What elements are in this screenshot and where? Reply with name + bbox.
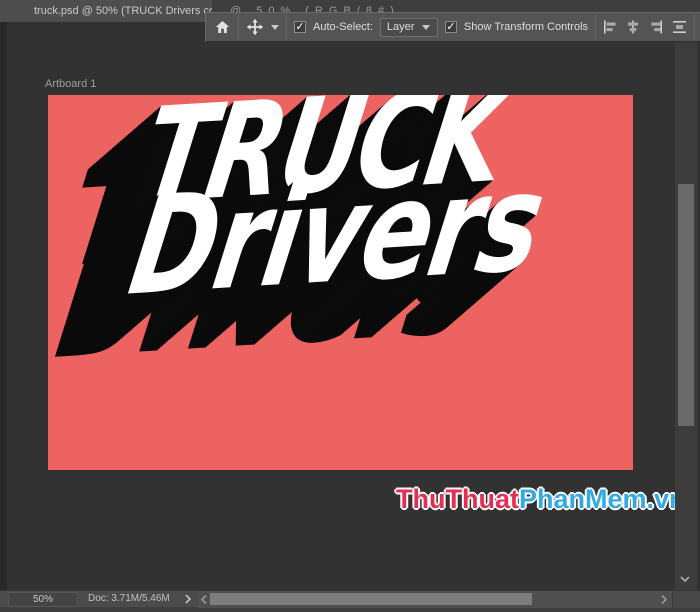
watermark-part-red: ThuThuat [396, 484, 519, 514]
options-separator [694, 14, 695, 40]
zoom-level-field[interactable]: 50% [8, 592, 78, 607]
window-left-edge [0, 22, 7, 590]
auto-select-label: Auto-Select: [313, 21, 373, 33]
artboard-text-line2: Drivers [122, 156, 551, 316]
document-tab[interactable]: truck.psd @ 50% (TRUCK Drivers copy 8, R… [0, 0, 212, 22]
scroll-right-arrow-icon[interactable] [660, 594, 668, 605]
status-bar: 50% Doc: 3.71M/5.46M [0, 590, 700, 607]
options-separator [286, 14, 287, 40]
align-horizontal-centers-icon[interactable] [626, 20, 640, 34]
artboard[interactable]: TRUCK Drivers [48, 95, 633, 470]
scroll-down-arrow-icon[interactable] [679, 575, 691, 583]
artboard-label[interactable]: Artboard 1 [45, 78, 96, 90]
photoshop-window: truck.psd @ 50% (TRUCK Drivers copy 8, R… [0, 0, 700, 612]
distribute-vertical-icon[interactable] [672, 20, 687, 34]
align-buttons-group [603, 20, 687, 34]
align-left-icon[interactable] [603, 20, 617, 34]
canvas-area: Artboard 1 TRUCK Drivers ThuThuatPhanMem… [0, 22, 700, 590]
tool-options-bar: ✓ Auto-Select: Layer ✓ Show Transform Co… [205, 12, 700, 42]
show-transform-checkbox[interactable]: ✓ [445, 21, 457, 33]
options-separator [238, 14, 239, 40]
status-menu-chevron-icon[interactable] [184, 593, 192, 605]
auto-select-checkbox[interactable]: ✓ [294, 21, 306, 33]
watermark-part-blue: PhanMem [519, 484, 647, 514]
align-right-icon[interactable] [649, 20, 663, 34]
show-transform-label: Show Transform Controls [464, 21, 588, 33]
auto-select-target-value: Layer [387, 21, 415, 33]
watermark: ThuThuatPhanMem.vn [396, 484, 686, 515]
vertical-scrollbar[interactable] [675, 22, 697, 590]
home-icon[interactable] [214, 19, 231, 35]
horizontal-scrollbar-thumb[interactable] [210, 593, 532, 605]
scroll-left-arrow-icon[interactable] [200, 594, 208, 605]
horizontal-scrollbar[interactable] [198, 591, 672, 608]
document-size-status: Doc: 3.71M/5.46M [80, 592, 198, 607]
vertical-scrollbar-thumb[interactable] [678, 184, 694, 426]
tool-options-chevron-icon[interactable] [271, 25, 279, 30]
auto-select-target-dropdown[interactable]: Layer [380, 18, 438, 37]
move-tool-icon[interactable] [246, 18, 264, 36]
scrollbar-corner [672, 591, 700, 608]
options-separator [595, 14, 596, 40]
dropdown-chevron-icon [422, 25, 430, 30]
